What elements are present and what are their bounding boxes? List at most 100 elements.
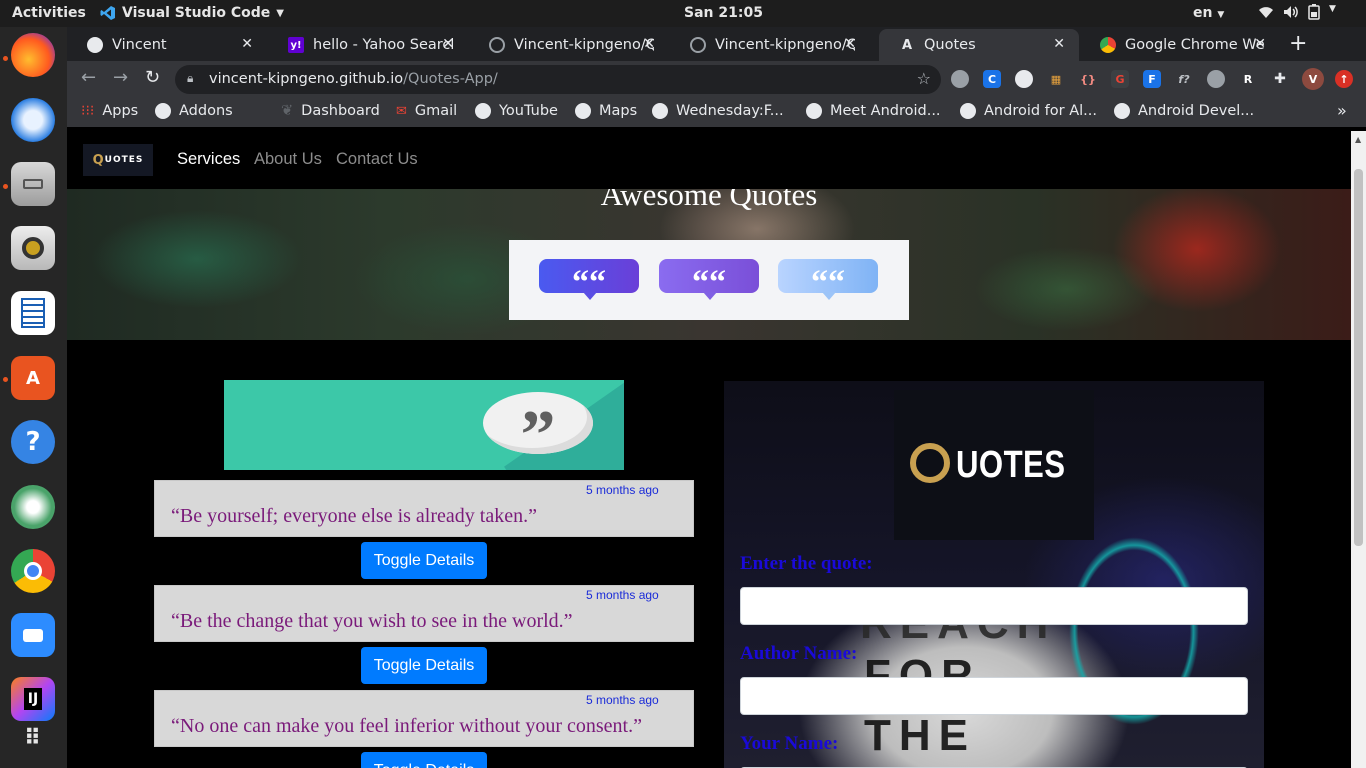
forward-button[interactable]: →	[113, 67, 128, 88]
quote-image-banner: ”	[224, 380, 624, 470]
quote-bubble-icon: ”	[483, 392, 593, 470]
bookmark-apps[interactable]: ⁝⁝⁝ Apps	[81, 103, 138, 119]
bookmark-maps[interactable]: Maps	[575, 103, 637, 119]
globe-icon	[475, 103, 491, 119]
toggle-details-button[interactable]: Toggle Details	[361, 542, 487, 579]
toggle-details-button[interactable]: Toggle Details	[361, 752, 487, 768]
download-icon[interactable]	[951, 70, 969, 88]
wifi-icon	[1259, 7, 1273, 18]
tab-title: Google Chrome Web	[1125, 37, 1265, 53]
firefox-icon[interactable]	[11, 33, 55, 77]
github-icon	[690, 37, 706, 53]
bookmark-label: Android Devel...	[1138, 103, 1255, 119]
close-icon[interactable]: ✕	[1053, 36, 1065, 52]
extension-g-icon[interactable]: G	[1111, 70, 1129, 88]
profile-avatar[interactable]: V	[1302, 68, 1324, 90]
close-icon[interactable]: ✕	[844, 36, 856, 52]
intellij-icon[interactable]: IJ	[11, 677, 55, 721]
quote-card: 5 months ago “Be yourself; everyone else…	[154, 480, 694, 537]
scroll-up-icon[interactable]: ▲	[1355, 135, 1361, 144]
json-viewer-icon[interactable]: {}	[1079, 70, 1097, 88]
toggle-details-button[interactable]: Toggle Details	[361, 647, 487, 684]
tab-vincent[interactable]: Vincent ✕	[67, 29, 267, 61]
nav-services[interactable]: Services	[177, 150, 240, 169]
chrome-icon	[1100, 37, 1116, 53]
activities-button[interactable]: Activities	[12, 5, 86, 21]
show-applications-icon[interactable]: ⠿	[11, 717, 55, 761]
close-icon[interactable]: ✕	[1254, 36, 1266, 52]
bookmark-gmail[interactable]: ✉ Gmail	[396, 103, 457, 119]
web-page: Q UOTES Services About Us Contact Us Awes…	[67, 131, 1351, 768]
chevron-down-icon: ▼	[1217, 10, 1225, 20]
site-navbar: Q UOTES Services About Us Contact Us	[67, 131, 1351, 189]
form-logo: UOTES	[894, 390, 1094, 540]
help-icon[interactable]: ?	[11, 420, 55, 464]
bookmark-label: Addons	[179, 103, 233, 119]
extension-f-icon[interactable]: F	[1143, 70, 1161, 88]
bookmark-label: Wednesday:F...	[676, 103, 784, 119]
leaf-icon: ❦	[281, 103, 294, 119]
extension-dot-icon[interactable]	[1015, 70, 1033, 88]
quote-input[interactable]	[740, 587, 1248, 625]
extension-window-icon[interactable]: ▦	[1047, 70, 1065, 88]
close-icon[interactable]: ✕	[643, 36, 655, 52]
zoom-icon[interactable]	[11, 613, 55, 657]
language-label: en	[1193, 5, 1213, 21]
bookmark-youtube[interactable]: YouTube	[475, 103, 558, 119]
bookmark-star-icon[interactable]: ☆	[917, 69, 931, 88]
address-bar[interactable]: 🔒︎ vincent-kipngeno.github.io/Quotes-App…	[175, 65, 941, 94]
bookmarks-bar: ⁝⁝⁝ Apps Addons ❦ Dashboard ✉ Gmail YouTube…	[67, 97, 1366, 127]
page-scrollbar[interactable]: ▲	[1351, 131, 1366, 768]
tab-title: hello - Yahoo Search	[313, 37, 453, 53]
close-icon[interactable]: ✕	[241, 36, 253, 52]
files-icon[interactable]	[11, 162, 55, 206]
tab-github-2[interactable]: Vincent-kipngeno/Q ✕	[670, 29, 870, 61]
nav-about-us[interactable]: About Us	[254, 150, 322, 169]
app-menu[interactable]: Visual Studio Code ▼	[100, 5, 284, 21]
scrollbar-thumb[interactable]	[1354, 169, 1363, 546]
atom-icon[interactable]	[11, 485, 55, 529]
new-tab-button[interactable]: +	[1289, 31, 1307, 56]
software-center-icon[interactable]: A	[11, 356, 55, 400]
thunderbird-icon[interactable]	[11, 98, 55, 142]
your-name-label: Your Name:	[740, 733, 839, 754]
hero-section: Awesome Quotes ““ ““ ““	[67, 189, 1351, 340]
tab-quotes[interactable]: A Quotes ✕	[879, 29, 1079, 61]
extension-circle-icon[interactable]	[1207, 70, 1225, 88]
bookmarks-overflow-icon[interactable]: »	[1337, 101, 1347, 120]
language-indicator[interactable]: en ▼	[1193, 5, 1224, 21]
bookmark-android-for-all[interactable]: Android for Al...	[960, 103, 1097, 119]
logo-text: UOTES	[104, 155, 144, 165]
tab-chrome-web-store[interactable]: Google Chrome Web ✕	[1080, 29, 1280, 61]
angular-icon: A	[901, 37, 913, 53]
bookmark-addons[interactable]: Addons	[155, 103, 233, 119]
quote-text: “Be the change that you wish to see in t…	[171, 610, 573, 632]
chrome-icon[interactable]	[11, 549, 55, 593]
url-host: vincent-kipngeno.github.io	[209, 71, 404, 87]
system-tray[interactable]: ▼	[1258, 4, 1336, 20]
tab-strip: Vincent ✕ y! hello - Yahoo Search ✕ Vinc…	[67, 27, 1366, 61]
bookmark-dashboard[interactable]: ❦ Dashboard	[281, 103, 380, 119]
globe-icon	[87, 37, 103, 53]
system-top-bar: Activities Visual Studio Code ▼ San 21:0…	[0, 0, 1366, 27]
bookmark-meet-android[interactable]: Meet Android...	[806, 103, 941, 119]
bookmark-label: Maps	[599, 103, 638, 119]
close-icon[interactable]: ✕	[442, 36, 454, 52]
tab-yahoo[interactable]: y! hello - Yahoo Search ✕	[268, 29, 468, 61]
author-name-input[interactable]	[740, 677, 1248, 715]
tab-github-1[interactable]: Vincent-kipngeno/Q ✕	[469, 29, 669, 61]
back-button[interactable]: ←	[81, 67, 96, 88]
bookmark-wednesday[interactable]: Wednesday:F...	[652, 103, 784, 119]
clock[interactable]: San 21:05	[684, 5, 763, 21]
puzzle-icon[interactable]: ✚	[1271, 70, 1289, 88]
extension-c-icon[interactable]: C	[983, 70, 1001, 88]
site-logo[interactable]: Q UOTES	[83, 144, 153, 176]
extension-r-icon[interactable]: R	[1239, 70, 1257, 88]
update-icon[interactable]: ↑	[1335, 70, 1353, 88]
nav-contact-us[interactable]: Contact Us	[336, 150, 418, 169]
bookmark-android-devel[interactable]: Android Devel...	[1114, 103, 1254, 119]
reload-button[interactable]: ↻	[145, 67, 160, 88]
writer-icon[interactable]	[11, 291, 55, 335]
function-icon[interactable]: f?	[1175, 70, 1193, 88]
rhythmbox-icon[interactable]	[11, 226, 55, 270]
